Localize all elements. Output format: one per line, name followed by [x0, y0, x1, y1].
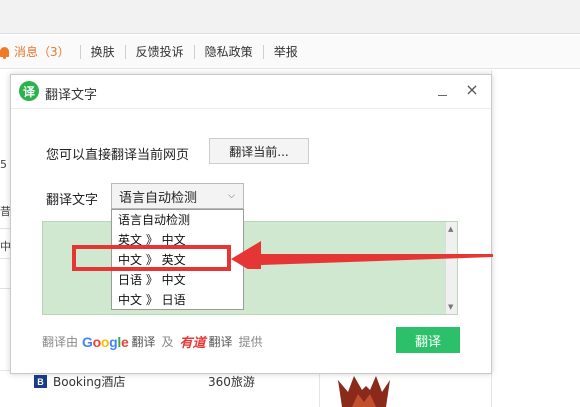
credit-and: 及	[161, 335, 174, 349]
provider-credit: 翻译由 Google 翻译 及 有道 翻译 提供	[42, 332, 263, 352]
nav-feedback[interactable]: 反馈投诉	[126, 44, 195, 59]
translate-page-label: 您可以直接翻译当前网页	[46, 148, 190, 163]
top-nav-bar: 消息（3） 换肤 反馈投诉 隐私政策 举报	[0, 35, 580, 69]
dropdown-item-ja-to-zh[interactable]: 日语 》 中文	[112, 270, 243, 290]
character-horns-icon	[338, 376, 390, 407]
credit-suffix: 提供	[238, 335, 263, 349]
youdao-logo-icon: 有道	[179, 336, 206, 351]
nav-messages-label: 消息（3）	[14, 44, 70, 59]
google-logo-icon: Google	[82, 333, 129, 350]
dialog-title: 翻译文字	[45, 88, 98, 103]
language-select[interactable]: 语言自动检测 ⌵	[111, 183, 244, 209]
dialog-title-bar[interactable]: 译 翻译文字 ×	[11, 75, 491, 109]
dropdown-item-auto-detect[interactable]: 语言自动检测	[112, 210, 243, 230]
google-suffix: 翻译	[131, 335, 156, 349]
bell-icon	[0, 46, 9, 59]
booking-label: Booking酒店	[53, 375, 126, 389]
translate-text-label: 翻译文字	[46, 193, 99, 208]
travel-link[interactable]: 360旅游	[208, 373, 255, 390]
close-button[interactable]: ×	[463, 81, 481, 99]
scroll-down-icon[interactable]: ▼	[448, 303, 453, 311]
dropdown-item-zh-to-ja[interactable]: 中文 》 日语	[112, 290, 243, 310]
translate-current-page-button[interactable]: 翻译当前...	[209, 138, 309, 164]
translate-logo-icon: 译	[19, 81, 39, 101]
chevron-down-icon: ⌵	[228, 191, 235, 201]
youdao-suffix: 翻译	[208, 335, 233, 349]
minimize-button[interactable]	[435, 83, 451, 99]
nav-messages[interactable]: 消息（3）	[0, 44, 81, 59]
nav-privacy[interactable]: 隐私政策	[195, 44, 264, 59]
scroll-up-icon[interactable]: ▲	[448, 225, 453, 233]
booking-link[interactable]: B Booking酒店	[34, 373, 125, 390]
nav-report[interactable]: 举报	[264, 45, 308, 59]
translate-button[interactable]: 翻译	[396, 327, 460, 353]
divider	[319, 370, 320, 407]
translate-dialog: 译 翻译文字 × 您可以直接翻译当前网页 翻译当前... 翻译文字 语言自动检测…	[10, 74, 493, 374]
credit-prefix: 翻译由	[42, 335, 79, 349]
background-right-panel	[491, 70, 580, 407]
annotation-highlight-box	[72, 245, 231, 271]
background-text-fragment: 5	[0, 158, 7, 171]
annotation-arrow-icon	[231, 241, 493, 269]
language-select-value: 语言自动检测	[119, 190, 198, 206]
browser-top-bar	[0, 0, 580, 34]
booking-logo-icon: B	[34, 375, 47, 388]
nav-skin[interactable]: 换肤	[81, 44, 126, 59]
